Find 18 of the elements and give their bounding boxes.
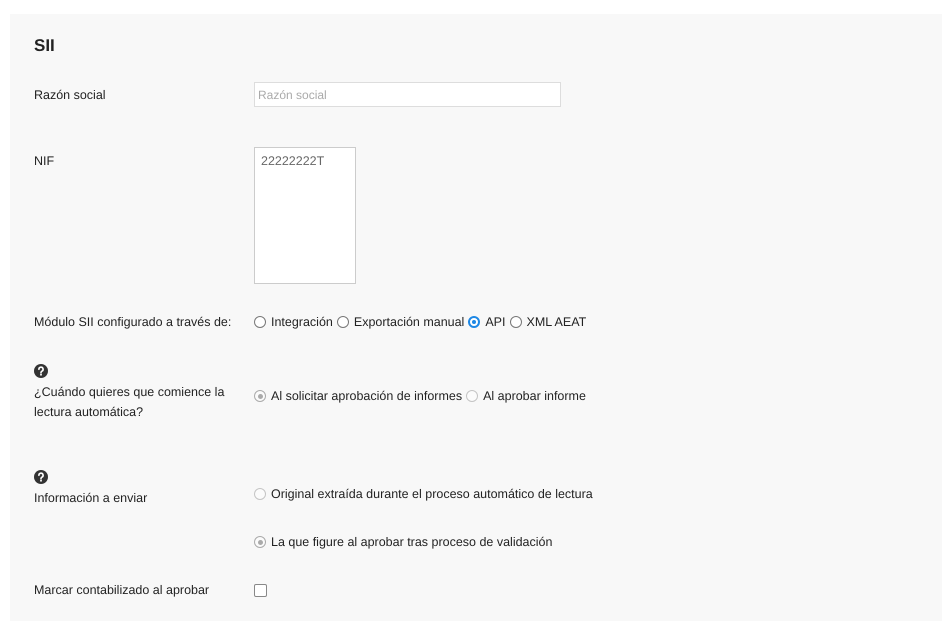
radio-button[interactable] [336,316,349,328]
field-label: Módulo SII configurado a través de: [34,314,232,331]
textarea-field[interactable]: 22222222T [254,147,356,284]
radio-option[interactable]: Integración [254,312,333,332]
field-label: Información a enviar [34,490,148,507]
radio-option[interactable]: Exportación manual [336,312,464,332]
radio-button[interactable] [254,316,266,328]
checkbox[interactable] [254,584,267,596]
text-field[interactable]: Razón social [254,82,561,107]
field-label: Razón social [34,86,106,104]
radio-option[interactable]: XML AEAT [510,312,586,332]
section-title: SII [34,36,55,56]
field-label: NIF [34,153,54,170]
field-label: ¿Cuándo quieres que comience la lectura automática? [34,384,226,421]
field-label: Marcar contabilizado al aprobar [34,582,210,599]
radio-option[interactable]: API [468,312,506,332]
radio-button[interactable] [510,316,522,328]
radio-button[interactable] [468,316,480,328]
